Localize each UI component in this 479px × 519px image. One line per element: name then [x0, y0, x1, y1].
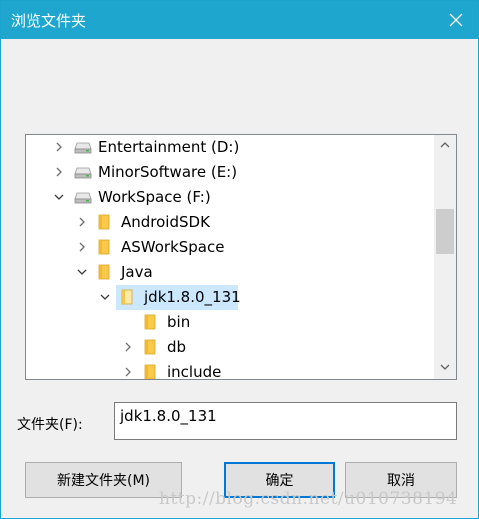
browse-folder-dialog: 浏览文件夹 Entertainment (D:) MinorSoftware (… [0, 0, 479, 519]
chevron-right-icon[interactable] [53, 141, 65, 153]
tree-item-label: WorkSpace (F:) [98, 188, 211, 206]
tree-item-include[interactable]: include [26, 360, 434, 380]
chevron-right-icon[interactable] [76, 216, 88, 228]
tree-item-label: jdk1.8.0_131 [144, 288, 241, 306]
dialog-body: Entertainment (D:) MinorSoftware (E:) Wo… [1, 39, 478, 518]
chevron-down-icon[interactable] [76, 266, 88, 278]
title-bar[interactable]: 浏览文件夹 [1, 1, 478, 39]
close-button[interactable] [434, 1, 478, 39]
scrollbar-thumb[interactable] [436, 209, 454, 254]
folder-icon [144, 339, 156, 355]
tree-item-label: Java [121, 263, 153, 281]
drive-icon [74, 142, 92, 154]
tree-item-bin[interactable]: bin [26, 310, 434, 335]
folder-name-input[interactable]: jdk1.8.0_131 [114, 402, 457, 440]
tree-item-asworkspace[interactable]: ASWorkSpace [26, 235, 434, 260]
chevron-right-icon[interactable] [122, 341, 134, 353]
tree-item-label: MinorSoftware (E:) [98, 163, 238, 181]
vertical-scrollbar[interactable] [434, 135, 456, 379]
tree-item-entertainment[interactable]: Entertainment (D:) [26, 135, 434, 160]
tree-item-label: include [167, 363, 222, 380]
tree-item-jdk[interactable]: jdk1.8.0_131 [26, 285, 434, 310]
folder-tree[interactable]: Entertainment (D:) MinorSoftware (E:) Wo… [25, 134, 457, 380]
tree-item-label: ASWorkSpace [121, 238, 225, 256]
tree-item-label: AndroidSDK [121, 213, 210, 231]
folder-icon [144, 364, 156, 379]
chevron-right-icon[interactable] [122, 366, 134, 378]
folder-icon [98, 239, 110, 255]
tree-item-minorsoftware[interactable]: MinorSoftware (E:) [26, 160, 434, 185]
folder-open-icon [121, 289, 133, 305]
scroll-up-icon[interactable] [439, 140, 451, 150]
chevron-down-icon[interactable] [99, 291, 111, 303]
tree-item-label: db [167, 338, 187, 356]
chevron-right-icon[interactable] [53, 166, 65, 178]
watermark-text: http://blog.csdn.net/u010738194 [159, 489, 458, 509]
folder-field-label: 文件夹(F): [17, 417, 83, 433]
close-icon [449, 13, 463, 27]
window-title: 浏览文件夹 [11, 12, 87, 30]
tree-item-androidsdk[interactable]: AndroidSDK [26, 210, 434, 235]
tree-item-workspace[interactable]: WorkSpace (F:) [26, 185, 434, 210]
tree-item-label: Entertainment (D:) [98, 138, 240, 156]
folder-icon [98, 214, 110, 230]
tree-item-java[interactable]: Java [26, 260, 434, 285]
drive-icon [74, 192, 92, 204]
folder-icon [98, 264, 110, 280]
tree-item-label: bin [167, 313, 191, 331]
folder-icon [144, 314, 156, 330]
chevron-down-icon[interactable] [53, 191, 65, 203]
chevron-right-icon[interactable] [76, 241, 88, 253]
drive-icon [74, 167, 92, 179]
tree-item-db[interactable]: db [26, 335, 434, 360]
scroll-down-icon[interactable] [439, 362, 451, 372]
